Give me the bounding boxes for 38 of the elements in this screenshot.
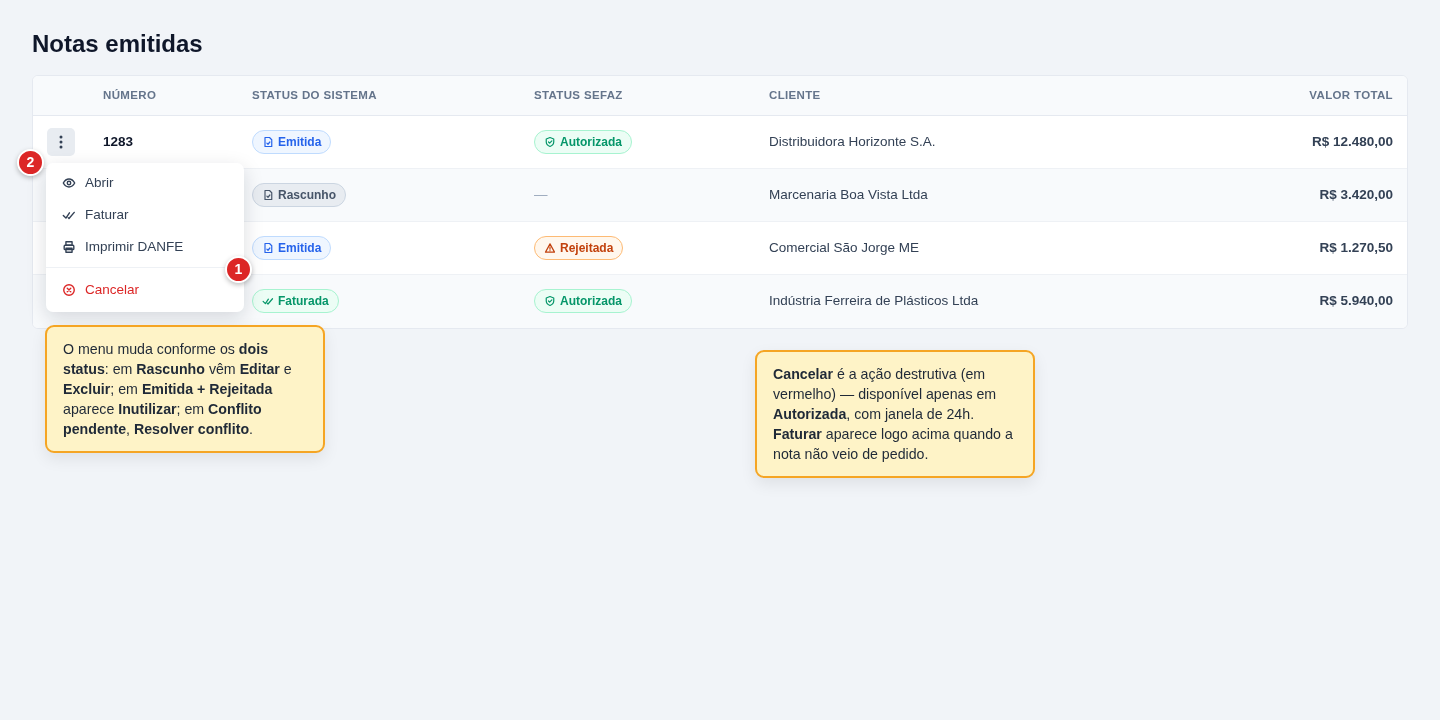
client-name: Distribuidora Horizonte S.A.: [769, 134, 936, 150]
shield-icon: [544, 295, 556, 308]
total-value: R$ 3.420,00: [1319, 187, 1393, 203]
status-badge: Autorizada: [534, 289, 632, 314]
column-header: STATUS DO SISTEMA: [252, 88, 377, 101]
status-badge: Faturada: [252, 289, 339, 314]
status-badge: Rejeitada: [534, 236, 624, 261]
column-header: NÚMERO: [103, 88, 157, 101]
column-header: VALOR TOTAL: [1309, 88, 1393, 101]
shield-icon: [544, 136, 556, 149]
client-name: Indústria Ferreira de Plásticos Ltda: [769, 293, 979, 309]
menu-item[interactable]: Faturar: [46, 199, 244, 231]
callout-note: Cancelar é a ação destrutiva (em vermelho) — disponível apenas em Autorizada, com janela de 24h. Faturar aparece logo acima quando a nota não veio de pedido.: [755, 350, 1035, 478]
client-name: Marcenaria Boa Vista Ltda: [769, 187, 928, 203]
status-badge: Rascunho: [252, 183, 346, 208]
note-number: 1283: [103, 134, 134, 150]
status-badge: Emitida: [252, 236, 332, 261]
more-icon: [59, 135, 63, 150]
document-icon: [262, 136, 274, 149]
total-value: R$ 5.940,00: [1319, 293, 1393, 309]
eye-icon: [62, 176, 76, 190]
warning-icon: [544, 242, 556, 255]
printer-icon: [62, 240, 76, 254]
document-icon: [262, 242, 274, 255]
client-name: Comercial São Jorge ME: [769, 240, 920, 256]
column-header: CLIENTE: [769, 88, 821, 101]
callout-note: O menu muda conforme os dois status: em Rascunho vêm Editar e Excluir; em Emitida + Rejeitada aparece Inutilizar; em Conflito pendente, Resolver conflito.: [45, 325, 325, 453]
column-header: STATUS SEFAZ: [534, 88, 623, 101]
document-icon: [262, 189, 274, 202]
more-button[interactable]: [47, 128, 75, 157]
cancel-icon: [62, 283, 76, 297]
page-title: Notas emitidas: [32, 30, 204, 59]
total-value: R$ 12.480,00: [1311, 134, 1393, 150]
status-badge: Emitida: [252, 130, 332, 155]
empty-status: —: [534, 187, 548, 203]
menu-item[interactable]: Abrir: [46, 167, 244, 199]
status-badge: Autorizada: [534, 130, 632, 155]
total-value: R$ 1.270,50: [1319, 240, 1393, 256]
